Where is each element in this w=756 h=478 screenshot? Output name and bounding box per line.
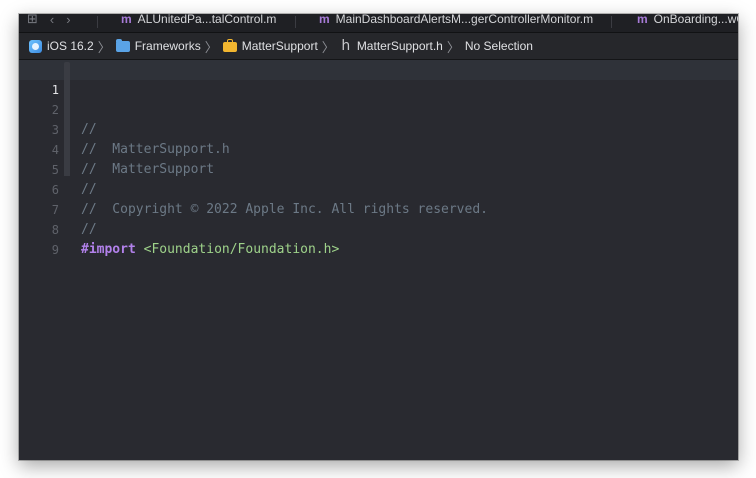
tab-label: ALUnitedPa...talControl.m <box>137 14 277 26</box>
breadcrumb-selection-label: No Selection <box>464 39 533 53</box>
source-editor[interactable]: 1 // 2 // MatterSupport.h 3 // MatterSup… <box>19 60 738 460</box>
fold-ribbon[interactable] <box>64 62 70 80</box>
code-line[interactable]: 9 <box>19 220 738 257</box>
toolbox-icon <box>222 39 237 52</box>
breadcrumb-selection[interactable]: No Selection <box>465 39 533 53</box>
import-path: <Foundation/Foundation.h> <box>143 242 340 257</box>
fold-ribbon[interactable] <box>64 120 70 140</box>
breadcrumb-file[interactable]: h MatterSupport.h <box>340 38 443 54</box>
code-line[interactable]: 7 <box>19 180 738 217</box>
editor-tab-bar: ⊞ ‹ › m ALUnitedPa...talControl.m m Main… <box>19 14 738 33</box>
code-line[interactable]: 8 #import <Foundation/Foundation.h> <box>19 200 738 257</box>
objc-file-icon: m <box>121 14 132 26</box>
fold-ribbon[interactable] <box>64 140 70 160</box>
breadcrumb-group[interactable]: MatterSupport <box>222 39 318 53</box>
breadcrumb-sdk[interactable]: iOS 16.2 <box>29 39 94 53</box>
sdk-icon <box>29 39 42 53</box>
import-keyword: #import <box>81 242 136 257</box>
tab-divider <box>97 16 98 28</box>
breadcrumb-group-label: MatterSupport <box>241 39 318 53</box>
tab-divider <box>611 16 612 28</box>
code-line[interactable]: 3 // MatterSupport <box>19 100 738 177</box>
code-line[interactable]: 6 // <box>19 160 738 237</box>
objc-file-icon: m <box>637 14 648 26</box>
tab-divider <box>295 16 296 28</box>
breadcrumb-folder[interactable]: Frameworks <box>115 38 201 53</box>
code-line[interactable]: 2 // MatterSupport.h <box>19 80 738 157</box>
tab-alunited[interactable]: m ALUnitedPa...talControl.m <box>121 14 276 28</box>
tab-label: MainDashboardAlertsM...gerControllerMoni… <box>335 14 594 26</box>
breadcrumb-chevron-icon: 〉 <box>446 39 460 55</box>
folder-icon <box>115 38 130 52</box>
line-number: 9 <box>51 243 59 257</box>
back-chevron-icon[interactable]: ‹ <box>50 14 54 27</box>
objc-file-icon: m <box>319 14 330 26</box>
fold-ribbon[interactable] <box>64 100 70 120</box>
fold-ribbon[interactable] <box>64 160 70 176</box>
xcode-window: ⊞ ‹ › m ALUnitedPa...talControl.m m Main… <box>19 14 738 460</box>
tab-maindashboard[interactable]: m MainDashboardAlertsM...gerControllerMo… <box>319 14 593 28</box>
breadcrumb-chevron-icon: 〉 <box>97 39 111 55</box>
code-line[interactable]: 1 // <box>19 60 738 137</box>
breadcrumb-folder-label: Frameworks <box>134 39 201 53</box>
tab-navigation: ⊞ ‹ › <box>27 14 71 28</box>
header-file-icon: h <box>341 38 351 54</box>
forward-chevron-icon[interactable]: › <box>66 14 70 27</box>
breadcrumb-sdk-label: iOS 16.2 <box>47 39 94 53</box>
breadcrumb-file-label: MatterSupport.h <box>356 39 443 53</box>
grid-icon[interactable]: ⊞ <box>27 14 38 27</box>
code-line[interactable]: 5 // Copyright © 2022 Apple Inc. All rig… <box>19 140 738 217</box>
tab-label: OnBoarding...wC <box>653 14 738 26</box>
tab-onboarding[interactable]: m OnBoarding...wC <box>637 14 738 28</box>
code-line[interactable]: 4 // <box>19 120 738 197</box>
code-import-statement: #import <Foundation/Foundation.h> <box>81 240 339 260</box>
jump-bar: iOS 16.2 〉 Frameworks 〉 MatterSupport 〉 … <box>19 33 738 60</box>
breadcrumb-chevron-icon: 〉 <box>321 39 335 55</box>
fold-ribbon[interactable] <box>64 80 70 100</box>
breadcrumb-chevron-icon: 〉 <box>204 39 218 55</box>
